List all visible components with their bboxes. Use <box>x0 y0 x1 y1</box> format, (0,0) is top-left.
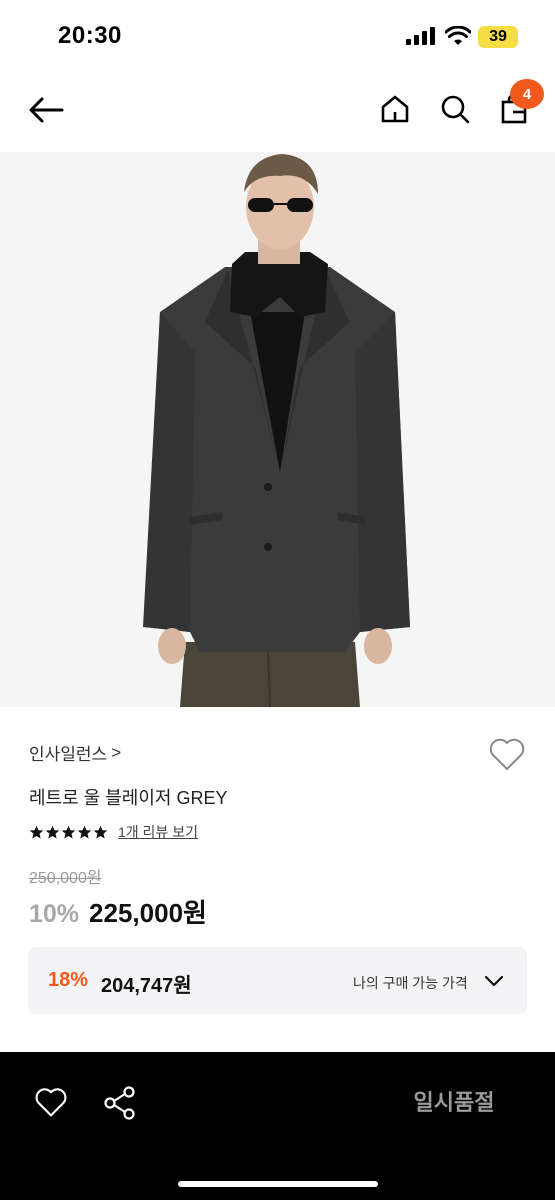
heart-icon <box>489 738 525 770</box>
share-button[interactable] <box>103 1085 137 1121</box>
best-price-dropdown[interactable]: 18% 204,747원 나의 구매 가능 가격 <box>28 947 527 1014</box>
bottom-action-bar: 일시품절 <box>0 1052 555 1200</box>
battery-level: 39 <box>489 28 507 45</box>
model-photo <box>0 152 555 707</box>
best-price-value: 204,747원 <box>101 975 192 997</box>
battery-indicator: 39 <box>478 26 518 48</box>
rating-row: 1개 리뷰 보기 <box>29 822 198 842</box>
brand-name: 인사일런스 <box>29 745 108 764</box>
share-icon <box>104 1086 135 1120</box>
home-button[interactable] <box>375 89 415 129</box>
back-button[interactable] <box>24 90 68 130</box>
original-price: 250,000원 <box>29 870 102 887</box>
discount-rate: 10% <box>29 900 80 928</box>
home-indicator[interactable] <box>178 1181 378 1187</box>
star-icon <box>77 825 92 838</box>
soldout-button: 일시품절 <box>413 1090 495 1115</box>
heart-icon <box>35 1088 67 1117</box>
star-rating <box>29 825 108 840</box>
chevron-down-icon <box>484 975 504 987</box>
product-image[interactable] <box>0 152 555 707</box>
brand-link[interactable]: 인사일런스 > <box>29 740 121 765</box>
review-link[interactable]: 1개 리뷰 보기 <box>118 822 198 842</box>
sale-price: 225,000원 <box>89 898 207 928</box>
status-time: 20:30 <box>58 22 122 49</box>
cart-count-badge: 4 <box>510 79 544 109</box>
home-icon <box>381 95 409 123</box>
chevron-right-icon: > <box>111 742 122 762</box>
top-navigation <box>0 72 555 152</box>
bottom-wishlist-button[interactable] <box>34 1086 68 1118</box>
best-price-label: 나의 구매 가능 가격 <box>353 975 468 991</box>
price-row: 10% 225,000원 <box>29 893 207 930</box>
status-bar: 20:30 39 <box>0 0 555 72</box>
search-button[interactable] <box>435 89 475 129</box>
wishlist-button[interactable] <box>488 736 526 772</box>
wifi-icon <box>445 26 471 45</box>
best-discount-rate: 18% <box>48 969 89 991</box>
back-arrow-icon <box>29 97 64 123</box>
star-icon <box>61 825 76 838</box>
star-icon <box>93 825 108 838</box>
cellular-signal-icon <box>406 27 435 45</box>
star-icon <box>29 825 44 838</box>
star-icon <box>45 825 60 838</box>
product-title: 레트로 울 블레이저 GREY <box>29 788 228 808</box>
search-icon <box>441 95 470 124</box>
